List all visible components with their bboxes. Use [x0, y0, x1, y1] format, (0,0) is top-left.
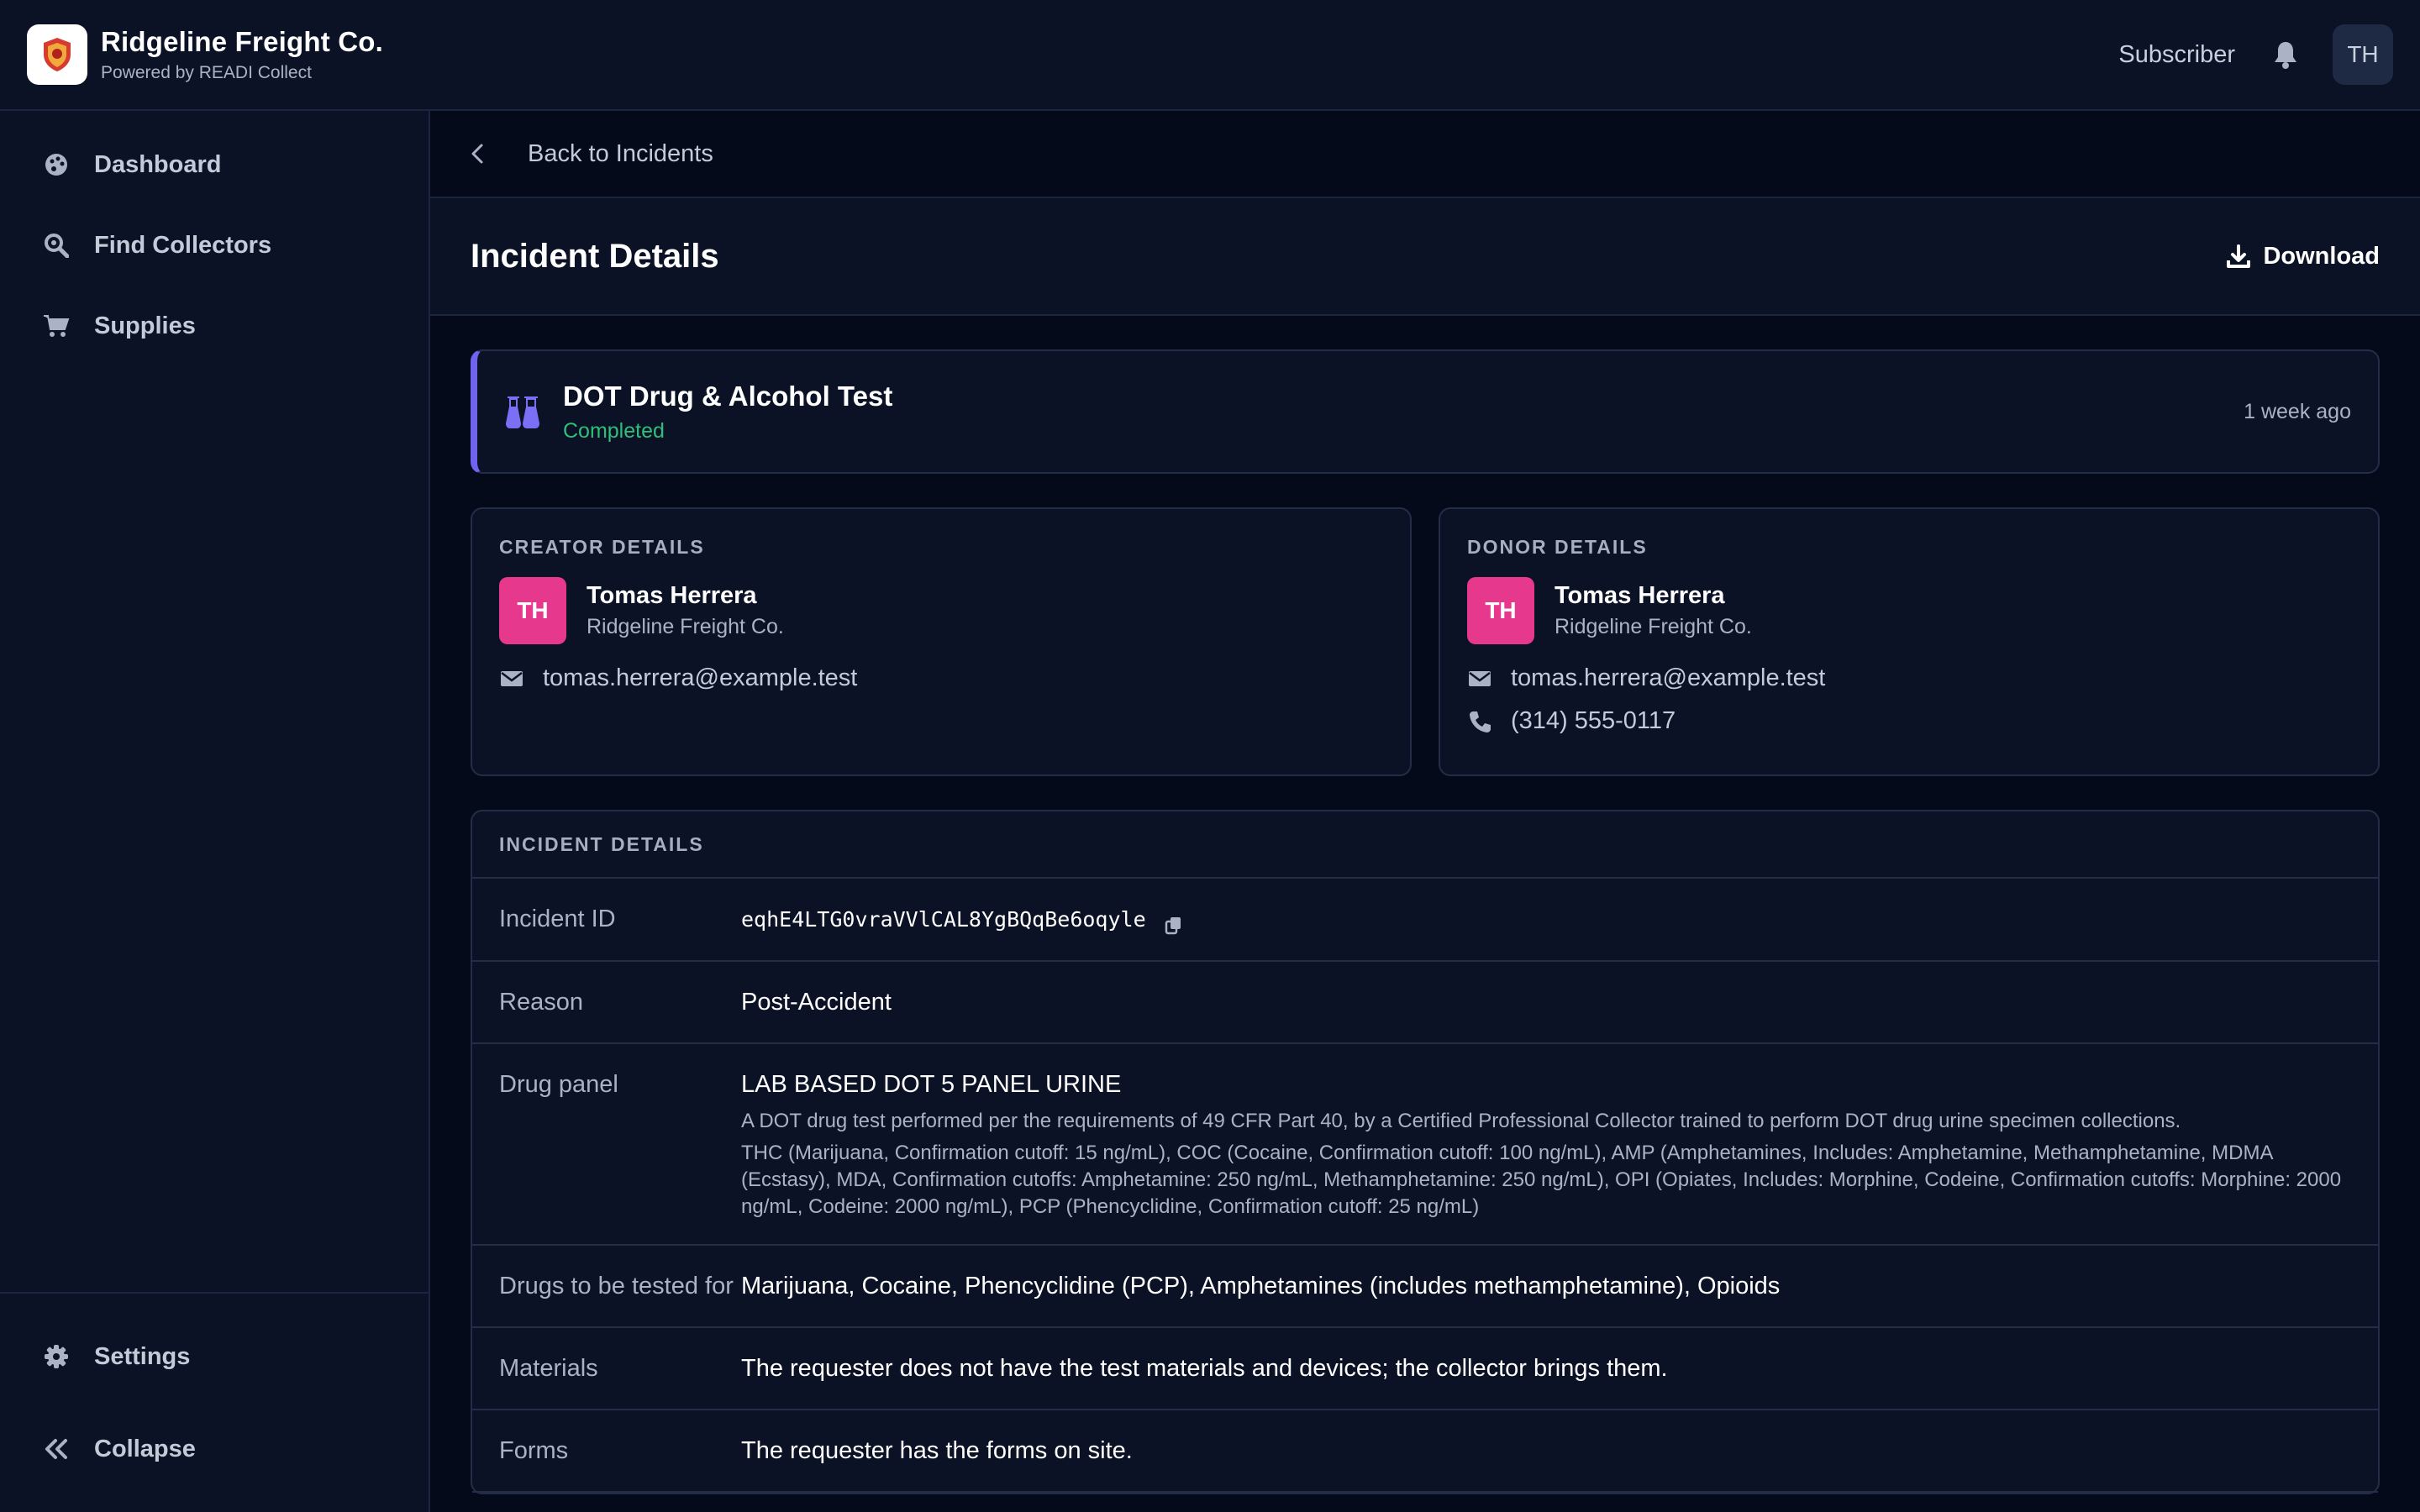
page-title: Incident Details — [471, 237, 719, 275]
panel-name: LAB BASED DOT 5 PANEL URINE — [741, 1071, 1122, 1098]
creator-details-card: CREATOR DETAILS TH Tomas Herrera Ridgeli… — [471, 507, 1412, 776]
person-info: Tomas Herrera Ridgeline Freight Co. — [1555, 582, 1752, 639]
top-bar: Ridgeline Freight Co. Powered by READI C… — [0, 0, 2420, 111]
chevron-left-icon — [471, 144, 491, 164]
double-chevron-left-icon — [42, 1435, 71, 1463]
reason-value: Post-Accident — [741, 989, 892, 1016]
person-org: Ridgeline Freight Co. — [1555, 615, 1752, 638]
sidebar-item-label: Supplies — [94, 312, 196, 339]
creator-person: TH Tomas Herrera Ridgeline Freight Co. — [499, 577, 1383, 644]
person-name: Tomas Herrera — [1555, 582, 1725, 609]
table-row: Drug panel LAB BASED DOT 5 PANEL URINE A… — [472, 1044, 2378, 1246]
phone-text: (314) 555-0117 — [1511, 707, 1676, 734]
back-to-incidents-link[interactable]: Back to Incidents — [430, 111, 2420, 198]
envelope-icon — [499, 666, 524, 691]
cart-icon — [42, 312, 71, 340]
content-area: DOT Drug & Alcohol Test Completed 1 week… — [430, 316, 2420, 1512]
materials-value: The requester does not have the test mat… — [741, 1355, 1668, 1382]
email-text: tomas.herrera@example.test — [1511, 664, 1826, 691]
sidebar-item-dashboard[interactable]: Dashboard — [0, 124, 429, 205]
card-label: INCIDENT DETAILS — [499, 832, 704, 855]
sidebar: Dashboard Find Collectors Supplies Setti… — [0, 111, 430, 1512]
incident-id[interactable]: eqhE4LTG0vraVVlCAL8YgBQqBe6oqyle — [741, 907, 1146, 932]
sidebar-item-find-collectors[interactable]: Find Collectors — [0, 205, 429, 286]
row-label: Drug panel — [499, 1071, 618, 1098]
person-info: Tomas Herrera Ridgeline Freight Co. — [587, 582, 784, 639]
topbar-right: Subscriber TH — [2118, 24, 2393, 85]
shield-logo-icon — [44, 38, 71, 71]
user-avatar[interactable]: TH — [2333, 24, 2393, 85]
drugs-value: Marijuana, Cocaine, Phencyclidine (PCP),… — [741, 1273, 1781, 1299]
download-label: Download — [2263, 242, 2380, 270]
card-label: CREATOR DETAILS — [499, 536, 705, 558]
sidebar-item-label: Collapse — [94, 1435, 196, 1462]
copy-icon[interactable] — [1165, 911, 1183, 935]
table-row: Reason Post-Accident — [472, 962, 2378, 1044]
download-button[interactable]: Download — [2226, 243, 2380, 270]
person-name: Tomas Herrera — [587, 582, 757, 609]
email-text: tomas.herrera@example.test — [543, 664, 858, 691]
test-timestamp: 1 week ago — [2244, 399, 2351, 423]
search-icon — [42, 231, 71, 260]
gear-icon — [42, 1342, 71, 1371]
sidebar-item-label: Dashboard — [94, 150, 222, 178]
table-row: Materials The requester does not have th… — [472, 1328, 2378, 1410]
test-summary-card: DOT Drug & Alcohol Test Completed 1 week… — [471, 349, 2380, 474]
panel-description: A DOT drug test performed per the requir… — [741, 1110, 2181, 1132]
download-icon — [2226, 244, 2251, 269]
flask-icon — [502, 391, 543, 432]
test-info: DOT Drug & Alcohol Test Completed — [563, 381, 892, 444]
donor-details-card: DONOR DETAILS TH Tomas Herrera Ridgeline… — [1439, 507, 2380, 776]
donor-phone[interactable]: (314) 555-0117 — [1467, 707, 2351, 735]
avatar: TH — [499, 577, 566, 644]
drug-panel-value: LAB BASED DOT 5 PANEL URINE A DOT drug t… — [741, 1068, 2351, 1221]
bell-icon[interactable] — [2269, 38, 2302, 71]
status-badge: Completed — [563, 418, 665, 443]
avatar: TH — [1467, 577, 1534, 644]
people-row: CREATOR DETAILS TH Tomas Herrera Ridgeli… — [471, 507, 2380, 776]
phone-icon — [1467, 709, 1492, 734]
row-label: Reason — [499, 989, 583, 1016]
incident-details-card: INCIDENT DETAILS Incident ID eqhE4LTG0vr… — [471, 810, 2380, 1494]
company-logo[interactable] — [27, 24, 87, 85]
role-label[interactable]: Subscriber — [2118, 41, 2235, 69]
row-label: Incident ID — [499, 906, 616, 932]
card-label: DONOR DETAILS — [1467, 536, 1648, 558]
incident-id-value: eqhE4LTG0vraVVlCAL8YgBQqBe6oqyle — [741, 902, 2351, 937]
row-label: Drugs to be tested for — [499, 1273, 734, 1299]
sidebar-item-settings[interactable]: Settings — [0, 1310, 429, 1403]
sidebar-collapse-button[interactable]: Collapse — [0, 1403, 429, 1495]
table-row: Forms The requester has the forms on sit… — [472, 1410, 2378, 1493]
table-row: Drugs to be tested for Marijuana, Cocain… — [472, 1246, 2378, 1328]
creator-email[interactable]: tomas.herrera@example.test — [499, 664, 1383, 692]
main-content: Back to Incidents Incident Details Downl… — [430, 111, 2420, 1512]
sidebar-item-supplies[interactable]: Supplies — [0, 286, 429, 366]
app-title: Ridgeline Freight Co. — [101, 26, 384, 57]
page-header: Incident Details Download — [430, 198, 2420, 316]
row-label: Materials — [499, 1355, 598, 1382]
details-header: INCIDENT DETAILS — [472, 811, 2378, 879]
test-name: DOT Drug & Alcohol Test — [563, 380, 893, 412]
palette-icon — [42, 150, 71, 179]
sidebar-nav: Dashboard Find Collectors Supplies — [0, 111, 429, 366]
app-subtitle: Powered by READI Collect — [101, 63, 312, 82]
donor-person: TH Tomas Herrera Ridgeline Freight Co. — [1467, 577, 2351, 644]
sidebar-item-label: Find Collectors — [94, 231, 272, 259]
brand: Ridgeline Freight Co. Powered by READI C… — [101, 26, 383, 83]
sidebar-item-label: Settings — [94, 1342, 191, 1370]
sidebar-bottom: Settings Collapse — [0, 1292, 429, 1512]
row-label: Forms — [499, 1437, 569, 1464]
person-org: Ridgeline Freight Co. — [587, 615, 784, 638]
table-row: Incident ID eqhE4LTG0vraVVlCAL8YgBQqBe6o… — [472, 879, 2378, 962]
panel-cutoffs: THC (Marijuana, Confirmation cutoff: 15 … — [741, 1142, 2342, 1218]
donor-email[interactable]: tomas.herrera@example.test — [1467, 664, 2351, 692]
envelope-icon — [1467, 666, 1492, 691]
forms-value: The requester has the forms on site. — [741, 1437, 1133, 1464]
back-label: Back to Incidents — [528, 139, 713, 167]
